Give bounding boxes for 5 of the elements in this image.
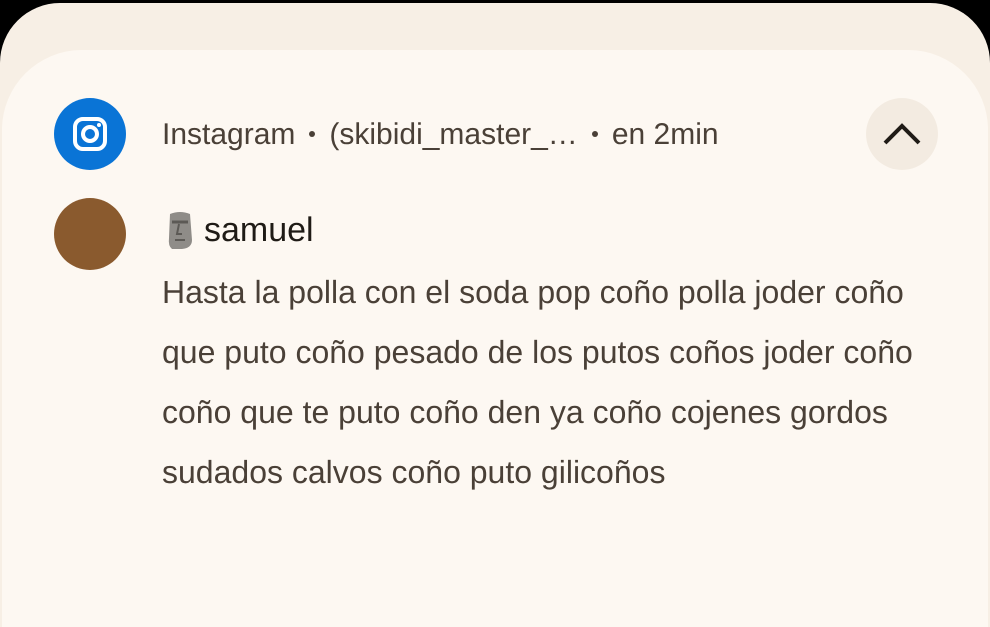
app-name: Instagram	[162, 116, 296, 152]
message-text: Hasta la polla con el soda pop coño polla joder coño que puto coño pesado de los putos coños joder coño coño que te puto coño den ya coño cojenes gordos sudados calvos coño puto gilicoños	[162, 273, 914, 492]
timestamp: en 2min	[612, 116, 719, 152]
account-name: (skibidi_master_…	[329, 116, 578, 152]
sender-name: samuel	[204, 210, 314, 250]
